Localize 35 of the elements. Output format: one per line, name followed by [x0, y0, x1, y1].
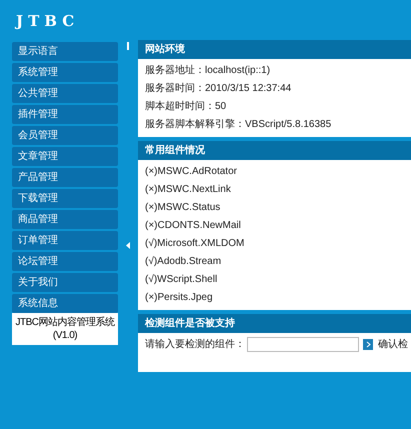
info-line: (√)Microsoft.XMLDOM	[145, 237, 244, 251]
info-line: (×)Persits.Jpeg	[145, 291, 213, 305]
info-line: (×)MSWC.NextLink	[145, 183, 231, 197]
collapse-arrow-icon[interactable]	[126, 242, 130, 249]
handle-icon[interactable]	[127, 42, 129, 50]
panel-header: 检测组件是否被支持	[138, 314, 411, 333]
field-label: 请输入要检测的组件：	[145, 338, 245, 352]
menu-item[interactable]: 公共管理	[12, 84, 118, 103]
logo: JTBC	[14, 10, 80, 32]
info-line: (×)CDONTS.NewMail	[145, 219, 241, 233]
menu-item[interactable]: 商品管理	[12, 210, 118, 229]
menu-item[interactable]: 下载管理	[12, 189, 118, 208]
menu-item[interactable]: 论坛管理	[12, 252, 118, 271]
menu-item[interactable]: 插件管理	[12, 105, 118, 124]
info-line: 脚本超时时间：50	[145, 100, 226, 114]
menu-item[interactable]: 显示语言	[12, 42, 118, 61]
info-line: (×)MSWC.AdRotator	[145, 165, 237, 179]
info-line: (√)WScript.Shell	[145, 273, 218, 287]
version-note: JTBC网站内容管理系统 (V1.0)	[12, 313, 118, 345]
info-line: (×)MSWC.Status	[145, 201, 220, 215]
panel-header: 常用组件情况	[138, 141, 411, 160]
menu-item[interactable]: 订单管理	[12, 231, 118, 250]
panel-header: 网站环境	[138, 40, 411, 59]
menu-item[interactable]: 产品管理	[12, 168, 118, 187]
menu-item[interactable]: 会员管理	[12, 126, 118, 145]
menu-item[interactable]: 文章管理	[12, 147, 118, 166]
info-line: 服务器地址：localhost(ip::1)	[145, 64, 270, 78]
confirm-button[interactable]: 确认检	[378, 337, 408, 352]
menu-item[interactable]: 系统信息	[12, 294, 118, 313]
info-line: 服务器时间：2010/3/15 12:37:44	[145, 82, 292, 96]
input-field[interactable]	[247, 337, 359, 352]
info-line: (√)Adodb.Stream	[145, 255, 222, 269]
menu-item[interactable]: 关于我们	[12, 273, 118, 292]
menu-item[interactable]: 系统管理	[12, 63, 118, 82]
info-line: 服务器脚本解释引擎：VBScript/5.8.16385	[145, 118, 332, 132]
